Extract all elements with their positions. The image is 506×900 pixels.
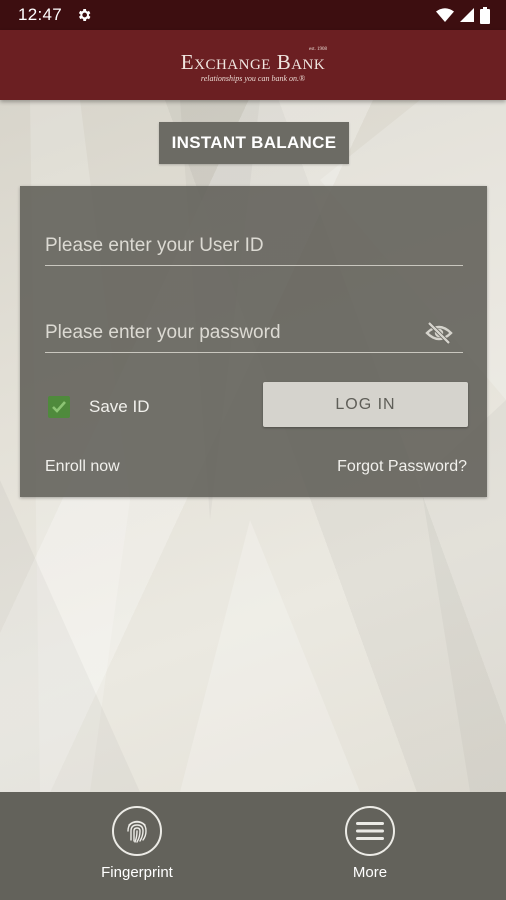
fingerprint-label: Fingerprint	[101, 864, 173, 881]
app-bar: Exchange Bank est. 1908 relationships yo…	[0, 30, 506, 100]
wifi-icon	[436, 8, 454, 22]
settings-icon	[78, 9, 91, 21]
nav-more[interactable]: More	[310, 806, 430, 886]
password-placeholder: Please enter your password	[45, 321, 281, 343]
save-id-checkbox[interactable]	[48, 396, 70, 418]
signal-icon	[460, 8, 474, 22]
forgot-password-link[interactable]: Forgot Password?	[337, 458, 467, 476]
menu-icon	[345, 806, 395, 856]
status-time: 12:47	[18, 5, 63, 24]
save-id-label: Save ID	[89, 397, 150, 416]
enroll-link[interactable]: Enroll now	[45, 458, 120, 476]
more-label: More	[352, 864, 388, 881]
user-id-field[interactable]: Please enter your User ID	[45, 226, 463, 266]
user-id-placeholder: Please enter your User ID	[45, 234, 264, 256]
instant-balance-button[interactable]: INSTANT BALANCE	[159, 122, 349, 164]
logo-est: est. 1908	[309, 47, 328, 52]
battery-icon	[480, 6, 490, 24]
nav-fingerprint[interactable]: Fingerprint	[77, 806, 197, 886]
logo-tagline: relationships you can bank on.®	[200, 73, 306, 83]
bank-logo: Exchange Bank	[180, 49, 326, 74]
bottom-nav: Fingerprint More	[0, 792, 506, 900]
fingerprint-icon	[112, 806, 162, 856]
visibility-off-icon[interactable]	[425, 321, 453, 345]
status-bar: 12:47	[0, 0, 506, 30]
checkmark-icon	[52, 401, 66, 413]
login-button[interactable]: LOG IN	[263, 382, 468, 427]
password-field[interactable]: Please enter your password	[45, 313, 463, 353]
login-card: Please enter your User ID Please enter y…	[20, 186, 487, 497]
